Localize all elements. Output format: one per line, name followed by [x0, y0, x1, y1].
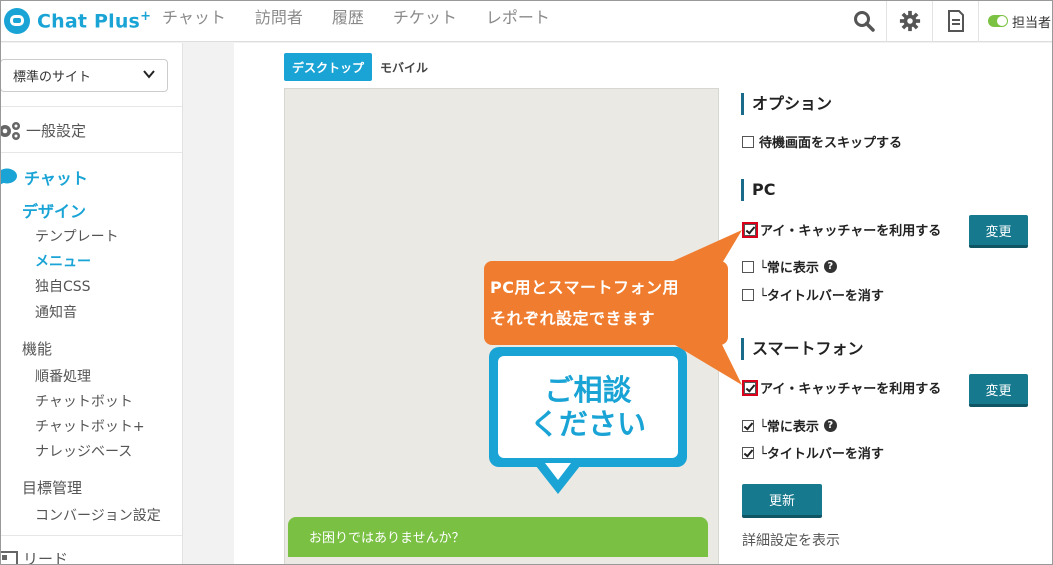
nav-chat[interactable]: チャット [162, 4, 226, 28]
search-icon [854, 11, 875, 32]
checkbox-checked-icon [744, 381, 756, 394]
eyecatcher-bubble[interactable]: ご相談 ください [489, 347, 687, 467]
skip-waiting-label: 待機画面をスキップする [759, 136, 903, 151]
search-button[interactable] [842, 0, 886, 42]
checkbox-unchecked-icon [742, 135, 754, 148]
pc-always-show-checkbox[interactable]: └常に表示 ? [742, 257, 837, 276]
show-details-link[interactable]: 詳細設定を表示 [742, 530, 840, 550]
lead-card-icon [0, 550, 18, 565]
sp-always-show-checkbox[interactable]: └常に表示 ? [742, 416, 837, 435]
sidebar: 標準のサイト 一般設定 チャット デザイン テンプレート メニュー 独自CSS … [0, 43, 183, 565]
update-button[interactable]: 更新 [742, 484, 822, 518]
site-select[interactable]: 標準のサイト [0, 59, 168, 92]
checkbox-checked-icon [744, 223, 756, 236]
sp-hide-titlebar-checkbox[interactable]: └タイトルバーを消す [742, 443, 884, 462]
tab-mobile[interactable]: モバイル [372, 53, 436, 81]
tab-desktop[interactable]: デスクトップ [284, 53, 373, 81]
device-tabs: デスクトップ モバイル [284, 53, 436, 81]
sidebar-item-chatbot[interactable]: チャットボット [35, 391, 133, 411]
sidebar-item-leads[interactable]: リード [0, 548, 68, 565]
nav-history[interactable]: 履歴 [332, 4, 364, 28]
sidebar-group-goals[interactable]: 目標管理 [22, 477, 82, 498]
nav-visitors[interactable]: 訪問者 [255, 4, 303, 28]
toggle-switch-icon [988, 15, 1008, 27]
agent-status-toggle[interactable]: 担当者 [978, 0, 1053, 42]
help-icon[interactable]: ? [823, 419, 837, 432]
sp-eyecatcher-label: アイ・キャッチャーを利用する [760, 382, 942, 397]
pc-always-show-label: └常に表示 [759, 261, 819, 276]
sidebar-divider [0, 535, 182, 536]
sidebar-label-chat: チャット [24, 169, 88, 188]
main-nav: チャット 訪問者 履歴 チケット レポート [162, 0, 579, 32]
checkbox-checked-icon [742, 446, 754, 459]
sidebar-item-template[interactable]: テンプレート [35, 226, 119, 246]
pc-eyecatcher-label: アイ・キャッチャーを利用する [760, 224, 942, 239]
nav-reports[interactable]: レポート [486, 4, 550, 28]
gear-icon [899, 10, 920, 32]
callout-annotation: PC用とスマートフォン用 それぞれ設定できます [484, 261, 728, 345]
sidebar-item-conversion[interactable]: コンバージョン設定 [35, 505, 161, 525]
sidebar-divider [0, 152, 182, 153]
sidebar-item-custom-css[interactable]: 独自CSS [35, 276, 91, 296]
chatplus-logo-icon [4, 8, 30, 34]
eyecatcher-tail-inner [545, 463, 571, 480]
sp-eyecatcher-checkbox[interactable]: アイ・キャッチャーを利用する [742, 378, 941, 397]
document-button[interactable] [932, 0, 978, 42]
status-label: 担当者 [1012, 15, 1052, 31]
sidebar-label-general-settings: 一般設定 [26, 122, 87, 140]
header-actions: 担当者 [842, 0, 1053, 42]
checkbox-checked-icon [742, 419, 754, 432]
chat-widget-bar[interactable]: お困りではありませんか？ [288, 517, 708, 557]
help-icon[interactable]: ? [823, 260, 837, 273]
smartphone-heading: スマートフォン [741, 338, 864, 360]
sp-always-show-label: └常に表示 [759, 420, 819, 435]
eyecatcher-text-line2: ください [529, 407, 646, 441]
callout-line2: それぞれ設定できます [490, 309, 656, 328]
pc-hide-titlebar-checkbox[interactable]: └タイトルバーを消す [742, 285, 884, 304]
checkbox-unchecked-icon [742, 260, 754, 273]
pc-hide-titlebar-label: └タイトルバーを消す [759, 289, 884, 304]
sp-change-button[interactable]: 変更 [969, 374, 1028, 407]
gears-icon [0, 121, 20, 140]
sidebar-item-menu[interactable]: メニュー [35, 251, 91, 271]
nav-tickets[interactable]: チケット [393, 4, 457, 28]
sidebar-item-knowledge-base[interactable]: ナレッジベース [35, 441, 132, 461]
site-select-value: 標準のサイト [13, 70, 92, 85]
logo[interactable]: Chat Plus+ [4, 5, 151, 37]
sidebar-item-general-settings[interactable]: 一般設定 [0, 120, 86, 141]
sidebar-group-design[interactable]: デザイン [22, 198, 86, 222]
sidebar-item-chatbot-plus[interactable]: チャットボット+ [35, 416, 145, 436]
highlight-box [742, 379, 758, 396]
checkbox-unchecked-icon [742, 288, 754, 301]
sidebar-group-features[interactable]: 機能 [22, 338, 52, 359]
sidebar-item-queue[interactable]: 順番処理 [35, 366, 91, 386]
pc-change-button[interactable]: 変更 [969, 215, 1028, 248]
settings-button[interactable] [886, 0, 932, 42]
sidebar-label-leads: リード [23, 550, 69, 565]
eyecatcher-text-line1: ご相談 [544, 373, 632, 407]
pc-heading: PC [741, 179, 775, 201]
pc-eyecatcher-checkbox[interactable]: アイ・キャッチャーを利用する [742, 220, 941, 239]
document-icon [947, 10, 964, 32]
skip-waiting-checkbox[interactable]: 待機画面をスキップする [742, 132, 902, 151]
sidebar-item-notification-sound[interactable]: 通知音 [35, 302, 77, 322]
chat-bubble-icon [0, 168, 17, 185]
callout-line1: PC用とスマートフォン用 [490, 278, 679, 297]
top-navbar: Chat Plus+ チャット 訪問者 履歴 チケット レポート 担当者 [0, 0, 1053, 42]
sp-hide-titlebar-label: └タイトルバーを消す [759, 447, 884, 462]
highlight-box [742, 221, 758, 238]
options-heading: オプション [741, 93, 832, 115]
sidebar-item-chat[interactable]: チャット [0, 165, 88, 189]
chevron-down-icon [143, 70, 155, 79]
logo-text: Chat Plus [37, 10, 141, 33]
sidebar-divider [0, 106, 182, 107]
logo-plus: + [140, 9, 152, 25]
